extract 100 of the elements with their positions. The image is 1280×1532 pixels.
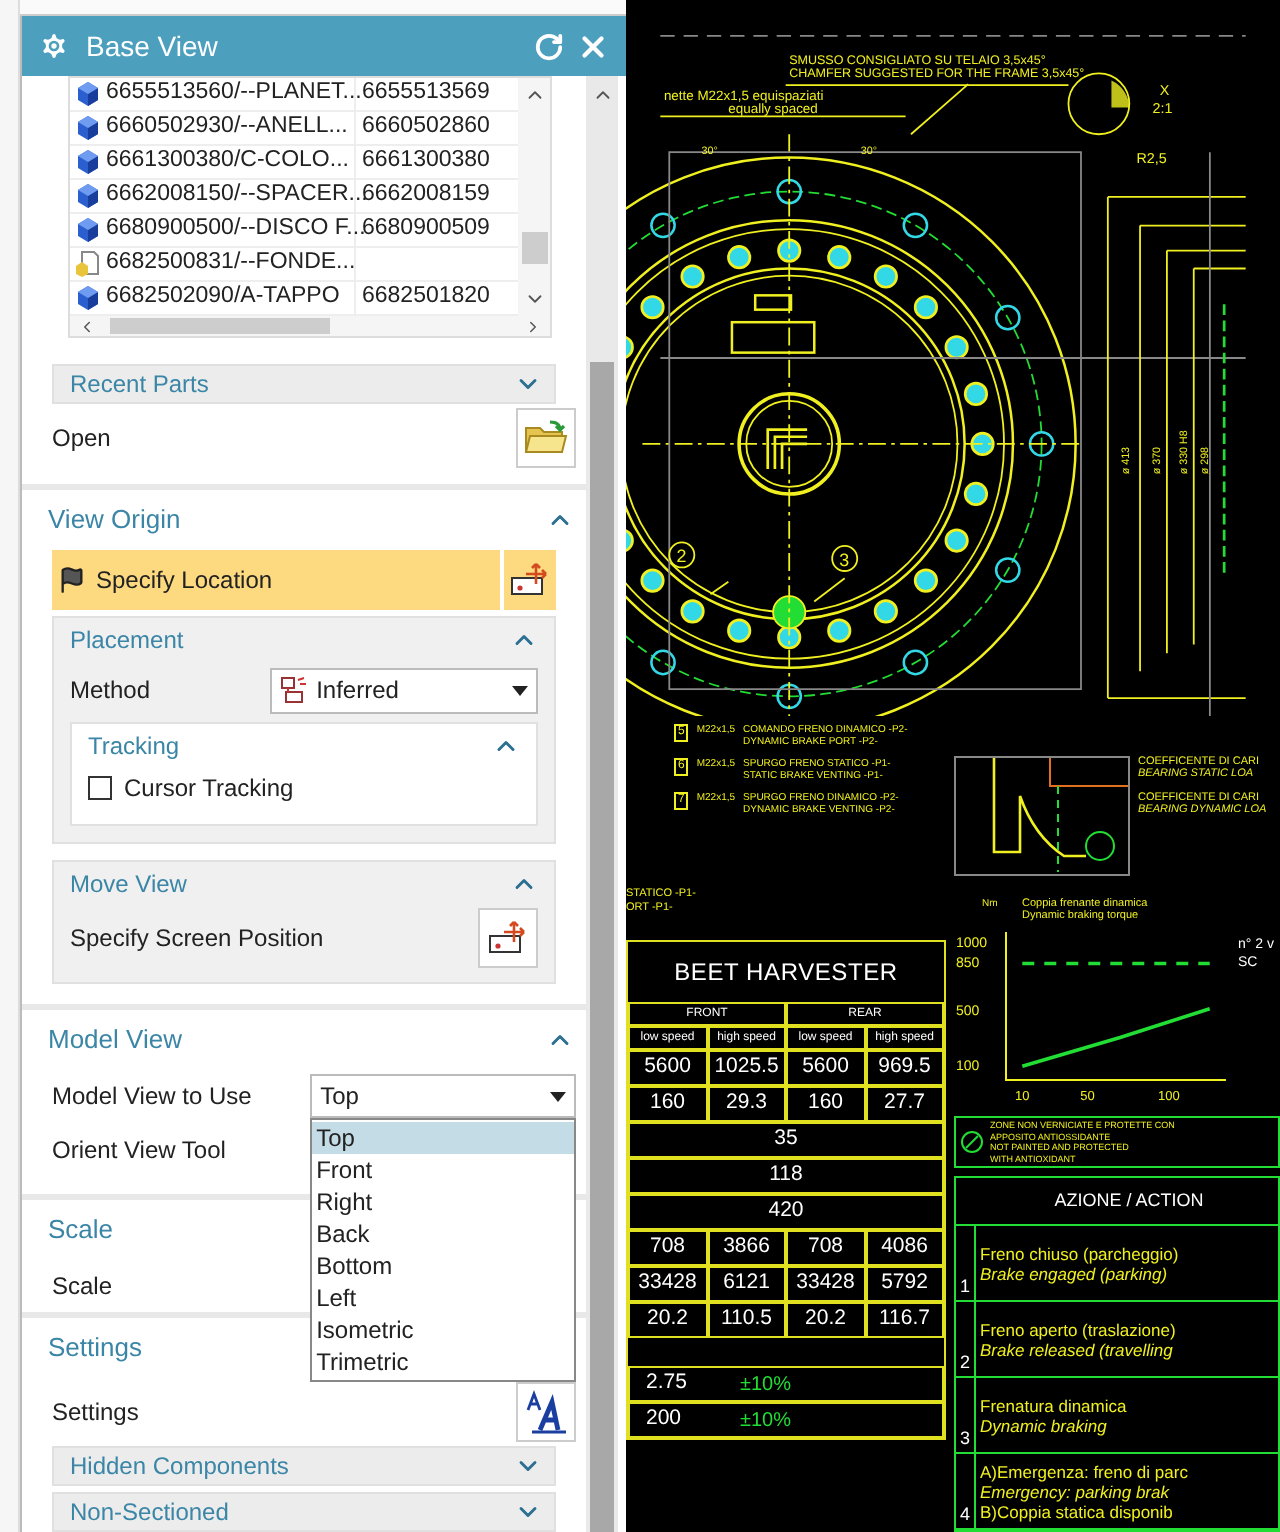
- part-row[interactable]: 6655513560/--PLANET...6655513569: [70, 78, 518, 112]
- table-cell: 708: [628, 1230, 707, 1266]
- part-name: 6680900500/--DISCO F...: [106, 214, 366, 245]
- model-view-option[interactable]: Top: [312, 1122, 575, 1154]
- scrollbar-thumb[interactable]: [110, 318, 330, 334]
- tracking-title: Tracking: [88, 730, 180, 764]
- model-view-label: Model View to Use: [52, 1080, 252, 1114]
- specify-screen-position-label: Specify Screen Position: [70, 922, 324, 956]
- action-number: 4: [959, 1501, 970, 1527]
- table-cell: 33428: [628, 1266, 707, 1302]
- part-cube-icon: [74, 114, 102, 142]
- part-row[interactable]: 6660502930/--ANELL... 6660502860: [70, 112, 518, 146]
- point-move-icon: [488, 920, 529, 956]
- specify-location-row[interactable]: Specify Location: [52, 550, 557, 610]
- part-name: 6661300380/C-COLO...: [106, 146, 349, 177]
- table-cell: 420: [628, 1194, 944, 1230]
- table-cell: 1025.5: [707, 1050, 786, 1086]
- table-cell: 5792: [865, 1266, 944, 1302]
- folder-icon: [524, 420, 569, 456]
- table-cell: 110.5: [707, 1302, 786, 1338]
- table-cell: 35: [628, 1122, 944, 1158]
- table-cell: 20.2: [786, 1302, 865, 1338]
- table-cell: 5600: [786, 1050, 865, 1086]
- action-text: Frenatura dinamica: [980, 1395, 1127, 1415]
- method-value: Inferred: [316, 674, 401, 708]
- table-cell: 5600: [628, 1050, 707, 1086]
- part-number: 6660502860: [362, 112, 490, 143]
- action-number: 2: [959, 1349, 970, 1375]
- part-cube-icon: [74, 80, 102, 108]
- open-label: Open: [52, 422, 111, 456]
- method-label: Method: [70, 674, 151, 708]
- part-number: 6661300380: [362, 146, 490, 177]
- action-text: A)Emergenza: freno di parc: [980, 1461, 1188, 1481]
- scrollbar-thumb[interactable]: [590, 362, 615, 1532]
- vertical-scrollbar[interactable]: [518, 78, 550, 316]
- part-number: 6655513569: [362, 78, 490, 109]
- action-text: Freno aperto (traslazione): [980, 1319, 1176, 1339]
- action-text: Brake released (travelling: [980, 1339, 1173, 1359]
- part-number: 6662008159: [362, 180, 490, 211]
- tolerance-label: ±10%: [740, 1371, 792, 1399]
- section-title: View Origin: [48, 502, 181, 539]
- screen-position-button[interactable]: [478, 908, 539, 968]
- scroll-right-icon[interactable]: [524, 317, 542, 335]
- part-name: 6655513560/--PLANET...: [106, 78, 362, 109]
- scrollbar-thumb[interactable]: [521, 231, 547, 263]
- settings-label: Settings: [52, 1396, 139, 1430]
- part-row[interactable]: 6680900500/--DISCO F...6680900509: [70, 214, 518, 248]
- settings-button[interactable]: [516, 1382, 577, 1442]
- settings-icon[interactable]: [38, 30, 70, 62]
- action-text: Emergency: parking brak: [980, 1481, 1170, 1501]
- dropdown-caret-icon: [512, 685, 529, 695]
- section-title: Scale: [48, 1212, 114, 1249]
- table-cell: 27.7: [865, 1086, 944, 1122]
- part-number: 6682501820: [362, 282, 490, 313]
- part-cube-icon: [74, 148, 102, 176]
- orient-view-tool-label: Orient View Tool: [52, 1134, 226, 1168]
- section-title: Model View: [48, 1022, 182, 1059]
- part-cube-icon: [74, 182, 102, 210]
- table-title: BEET HARVESTER: [674, 956, 898, 990]
- table-cell: 116.7: [865, 1302, 944, 1338]
- font-style-icon: [524, 1390, 569, 1434]
- callout-bubble: 2: [668, 541, 696, 569]
- table-cell: 4086: [865, 1230, 944, 1266]
- table-cell: 29.3: [707, 1086, 786, 1122]
- inferred-point-icon: [280, 676, 309, 704]
- file-icon: [74, 250, 102, 278]
- action-number: 3: [959, 1425, 970, 1451]
- dialog-title: Base View: [86, 27, 218, 65]
- part-name: 6682502090/A-TAPPO: [106, 282, 340, 313]
- placement-title: Placement: [70, 624, 184, 658]
- action-table-title: AZIONE / ACTION: [1054, 1187, 1204, 1214]
- table-cell: 33428: [786, 1266, 865, 1302]
- part-number: 6680900509: [362, 214, 490, 245]
- table-cell: 118: [628, 1158, 944, 1194]
- part-name: 6662008150/--SPACER...: [106, 180, 368, 211]
- table-cell: 20.2: [628, 1302, 707, 1338]
- tolerance-label: ±10%: [740, 1407, 792, 1435]
- action-text: Freno chiuso (parcheggio): [980, 1243, 1179, 1263]
- part-row[interactable]: 6661300380/C-COLO... 6661300380: [70, 146, 518, 180]
- cursor-tracking-checkbox[interactable]: [88, 776, 112, 800]
- scroll-left-icon[interactable]: [78, 317, 96, 335]
- section-title: Settings: [48, 1330, 142, 1367]
- action-number: 1: [959, 1273, 970, 1299]
- point-move-icon: [510, 562, 551, 598]
- part-row[interactable]: 6682500831/--FONDE...: [70, 248, 518, 282]
- method-dropdown[interactable]: Inferred: [270, 667, 539, 713]
- table-cell: 6121: [707, 1266, 786, 1302]
- model-view-dropdown[interactable]: Top: [310, 1074, 577, 1118]
- part-name: 6660502930/--ANELL...: [106, 112, 348, 143]
- part-row[interactable]: 6662008150/--SPACER...6662008159: [70, 180, 518, 214]
- dropdown-caret-icon: [550, 1091, 567, 1101]
- open-button[interactable]: [516, 408, 577, 468]
- dialog-scrollbar[interactable]: [586, 76, 619, 1532]
- table-cell: 3866: [707, 1230, 786, 1266]
- part-name: 6682500831/--FONDE...: [106, 248, 356, 279]
- horizontal-scrollbar[interactable]: [70, 316, 550, 336]
- table-cell-text: 200: [644, 1404, 684, 1435]
- part-cube-icon: [74, 216, 102, 244]
- reset-icon[interactable]: [534, 31, 564, 61]
- action-text: B)Coppia statica disponib: [980, 1501, 1175, 1521]
